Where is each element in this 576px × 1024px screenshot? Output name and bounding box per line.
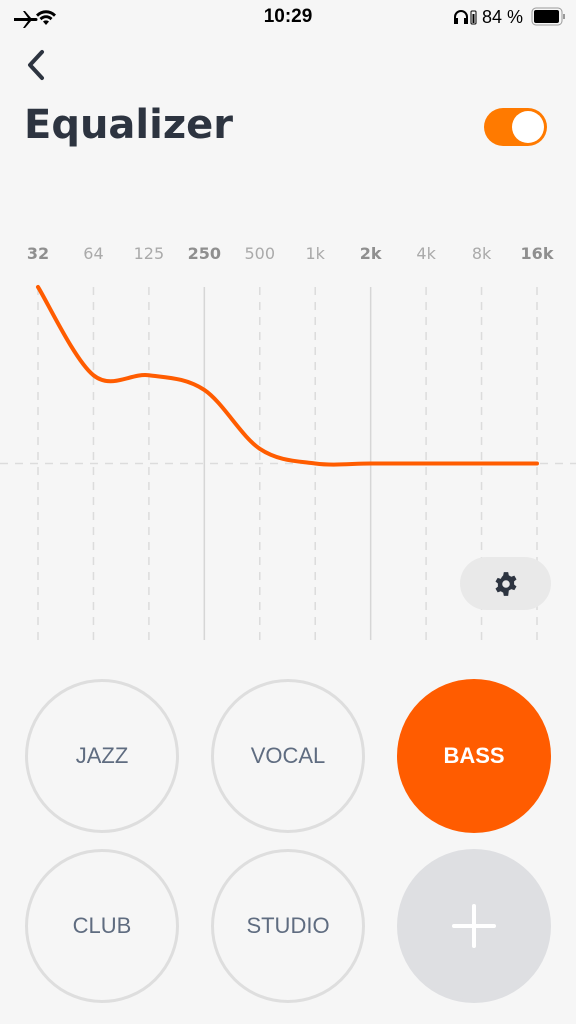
freq-label-2k: 2k: [359, 244, 382, 263]
eq-curve: [36, 285, 539, 467]
freq-label-500: 500: [244, 244, 276, 263]
toggle-knob: [512, 111, 544, 143]
preset-vocal[interactable]: VOCAL: [211, 679, 365, 833]
preset-label: JAZZ: [75, 743, 129, 768]
preset-label: CLUB: [72, 913, 132, 938]
preset-label: STUDIO: [246, 913, 330, 938]
preset-jazz[interactable]: JAZZ: [25, 679, 179, 833]
battery-percent: 84 %: [482, 7, 524, 27]
preset-label: VOCAL: [250, 743, 326, 768]
preset-bass[interactable]: BASS: [397, 679, 551, 833]
eq-settings-button[interactable]: [460, 557, 551, 610]
freq-label-4k: 4k: [416, 244, 436, 263]
freq-label-64: 64: [83, 244, 104, 263]
freq-label-8k: 8k: [471, 244, 492, 263]
status-bar: 10:29 84 %: [0, 0, 576, 34]
freq-label-250: 250: [187, 244, 222, 263]
freq-label-125: 125: [133, 244, 165, 263]
equalizer-toggle[interactable]: [484, 108, 547, 146]
gear-icon: [494, 571, 517, 596]
freq-label-16k: 16k: [520, 244, 554, 263]
add-preset-button[interactable]: [397, 849, 551, 1003]
headphones-icon: [454, 10, 477, 25]
chevron-left-icon: [28, 50, 44, 80]
page-title: Equalizer: [24, 102, 233, 148]
freq-label-32: 32: [26, 244, 50, 263]
preset-club[interactable]: CLUB: [25, 849, 179, 1003]
plus-icon: [452, 904, 496, 948]
preset-label: BASS: [443, 743, 505, 768]
freq-label-1k: 1k: [305, 244, 325, 263]
battery-icon: [531, 7, 565, 26]
preset-studio[interactable]: STUDIO: [211, 849, 365, 1003]
back-button[interactable]: [22, 48, 50, 82]
